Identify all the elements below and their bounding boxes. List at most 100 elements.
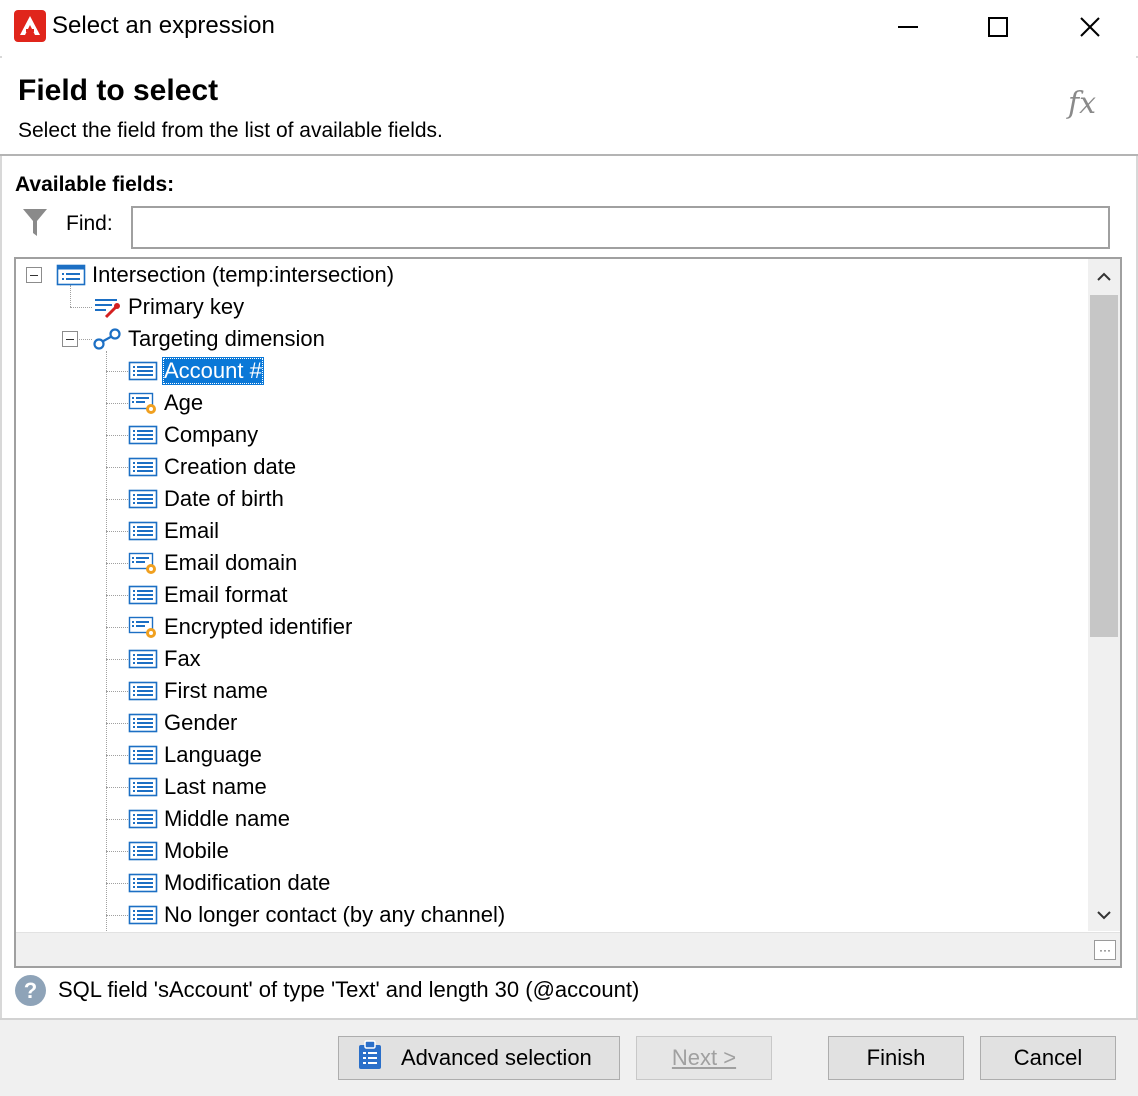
scroll-down-button[interactable] [1088, 899, 1120, 931]
tree-row-field[interactable]: Account # [128, 355, 264, 387]
app-logo-icon [14, 10, 46, 42]
tree-row-field[interactable]: Encrypted identifier [128, 611, 354, 643]
tree-row-field[interactable]: No longer contact (by any channel) [128, 899, 507, 931]
tree-row-field[interactable]: Age [128, 387, 205, 419]
tree-field-label: Fax [164, 646, 201, 671]
header-divider [0, 154, 1138, 156]
tree-row-field[interactable]: First name [128, 675, 270, 707]
close-icon [1080, 17, 1100, 37]
tree-status-strip [16, 932, 1120, 966]
tree-connector [106, 435, 128, 436]
finish-button[interactable]: Finish [828, 1036, 964, 1080]
tree-connector [106, 691, 128, 692]
collapse-root-toggle[interactable] [26, 267, 42, 283]
vertical-scrollbar[interactable] [1088, 259, 1120, 931]
finish-label: Finish [866, 1045, 926, 1070]
field-icon [128, 903, 158, 927]
tree-row-field[interactable]: Modification date [128, 867, 332, 899]
tree-row-field[interactable]: Middle name [128, 803, 292, 835]
cancel-button[interactable]: Cancel [980, 1036, 1116, 1080]
tree-row-field[interactable]: Language [128, 739, 264, 771]
tree-row-field[interactable]: Gender [128, 707, 239, 739]
tree-connector [106, 595, 128, 596]
tree-connector [106, 659, 128, 660]
find-input[interactable] [131, 206, 1110, 249]
next-label: Next > [671, 1045, 737, 1070]
tree-field-label: Last name [164, 774, 267, 799]
scroll-up-button[interactable] [1088, 261, 1120, 293]
tree-connector [106, 563, 128, 564]
tree-connector [106, 819, 128, 820]
minimize-button[interactable] [862, 0, 954, 54]
tree-field-label: Company [164, 422, 259, 447]
find-label: Find: [66, 212, 113, 235]
field-icon [128, 775, 158, 799]
tree-connector [106, 531, 128, 532]
tree-row-field[interactable]: Fax [128, 643, 203, 675]
tree-connector [106, 403, 128, 404]
computed-field-icon [128, 615, 158, 639]
field-icon [128, 743, 158, 767]
tree-connector [106, 755, 128, 756]
window-title: Select an expression [52, 12, 275, 39]
tree-field-label: Encrypted identifier [164, 614, 353, 639]
field-icon [128, 679, 158, 703]
fields-tree[interactable]: Intersection (temp:intersection) Primary… [14, 257, 1122, 968]
tree-field-label: Modification date [164, 870, 331, 895]
dialog-header: Field to select Select the field from th… [0, 58, 1138, 154]
tree-connector [106, 467, 128, 468]
tree-row-field[interactable]: Company [128, 419, 260, 451]
scroll-thumb[interactable] [1090, 295, 1118, 637]
tree-field-label: Email domain [164, 550, 298, 575]
tree-row-targeting-dimension[interactable]: Targeting dimension [92, 323, 327, 355]
tree-connector [106, 499, 128, 500]
field-icon [128, 455, 158, 479]
maximize-icon [988, 17, 1008, 37]
tree-connector [106, 787, 128, 788]
tree-field-label: Age [164, 390, 204, 415]
table-icon [56, 263, 86, 287]
field-icon [128, 839, 158, 863]
tree-connector [106, 883, 128, 884]
tree-field-label: Middle name [164, 806, 290, 831]
tree-row-field[interactable]: Email domain [128, 547, 299, 579]
fx-icon: fx [1068, 86, 1097, 121]
tree-field-label: Account # [162, 357, 264, 385]
advanced-selection-button[interactable]: Advanced selection [338, 1036, 620, 1080]
tree-row-field[interactable]: Creation date [128, 451, 298, 483]
tree-field-label: Email format [164, 582, 288, 607]
tree-connector [106, 371, 128, 372]
tree-row-root[interactable]: Intersection (temp:intersection) [56, 259, 396, 291]
field-icon [128, 647, 158, 671]
minimize-icon [898, 26, 918, 28]
help-icon: ? [15, 975, 46, 1006]
header-subtitle: Select the field from the list of availa… [18, 119, 443, 142]
link-icon [92, 327, 122, 351]
computed-field-icon [128, 551, 158, 575]
tree-field-label: No longer contact (by any channel) [164, 902, 506, 927]
tree-row-field[interactable]: Email format [128, 579, 289, 611]
dialog-footer: Advanced selection Next > Finish Cancel [0, 1020, 1138, 1096]
tree-label-targeting-dimension: Targeting dimension [128, 326, 325, 351]
tree-field-label: Email [164, 518, 220, 543]
collapse-link-toggle[interactable] [62, 331, 78, 347]
tree-connector [106, 627, 128, 628]
tree-row-field[interactable]: Email [128, 515, 221, 547]
close-button[interactable] [1044, 0, 1136, 54]
field-icon [128, 807, 158, 831]
dialog-border-left [0, 56, 2, 1018]
tree-field-label: Language [164, 742, 262, 767]
more-options-button[interactable]: ··· [1094, 940, 1116, 960]
tree-row-field[interactable]: Mobile [128, 835, 231, 867]
maximize-button[interactable] [952, 0, 1044, 54]
tree-row-primary-key[interactable]: Primary key [92, 291, 246, 323]
title-bar: Select an expression [0, 0, 1138, 54]
header-title: Field to select [18, 74, 219, 107]
tree-field-label: Date of birth [164, 486, 284, 511]
advanced-selection-label: Advanced selection [401, 1045, 592, 1070]
field-icon [128, 871, 158, 895]
chevron-up-icon [1097, 272, 1111, 281]
tree-row-field[interactable]: Date of birth [128, 483, 286, 515]
next-button[interactable]: Next > [636, 1036, 772, 1080]
tree-row-field[interactable]: Last name [128, 771, 269, 803]
